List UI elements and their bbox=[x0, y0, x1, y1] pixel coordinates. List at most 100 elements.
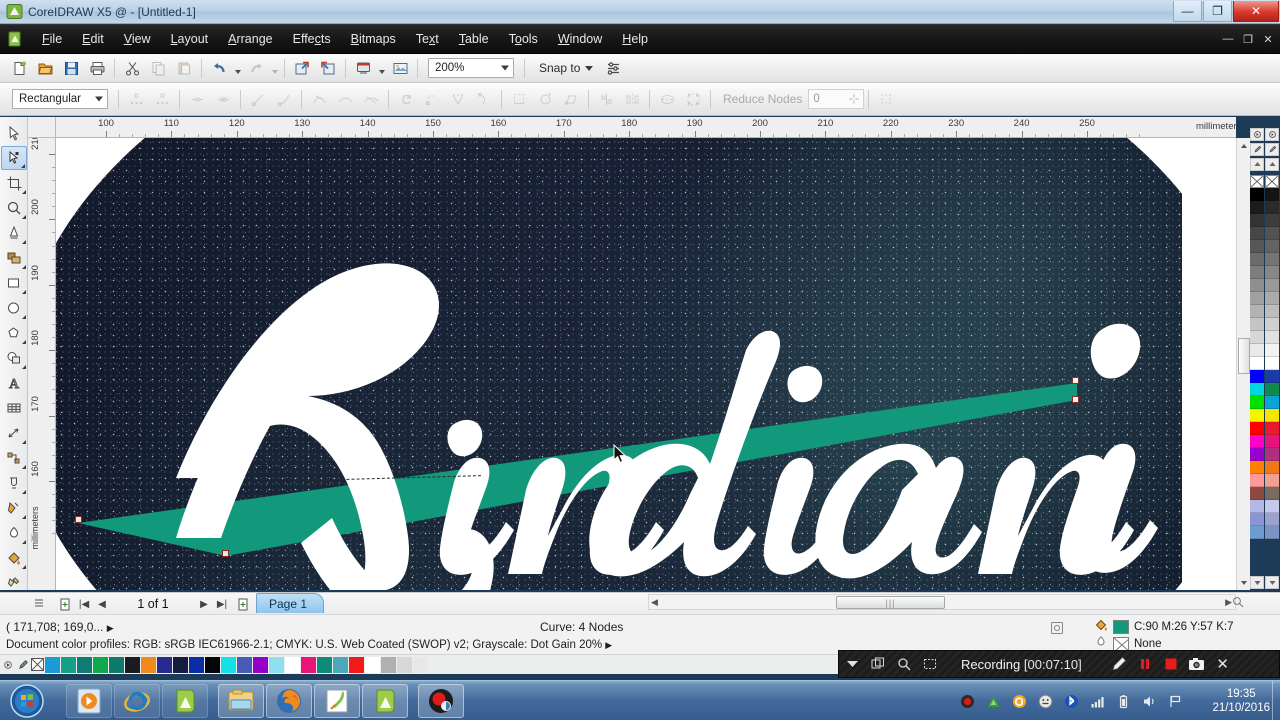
document-palette-swatch[interactable] bbox=[365, 656, 381, 673]
palette-color-swatch[interactable] bbox=[1250, 526, 1264, 539]
document-palette-swatch[interactable] bbox=[349, 656, 365, 673]
join-nodes-icon[interactable] bbox=[185, 88, 209, 111]
color-palette-column-a[interactable] bbox=[1250, 175, 1264, 539]
palette-scroll-up-a-icon[interactable] bbox=[1250, 128, 1264, 141]
copy-icon[interactable] bbox=[146, 57, 170, 80]
document-palette-swatch[interactable] bbox=[413, 656, 429, 673]
action-center-tray-icon[interactable] bbox=[1167, 693, 1184, 710]
pause-icon[interactable] bbox=[1132, 651, 1158, 677]
table-tool[interactable] bbox=[1, 396, 27, 420]
magnifier-icon[interactable] bbox=[891, 651, 917, 677]
flyout-arrow-icon[interactable] bbox=[22, 540, 26, 544]
document-palette-swatch[interactable] bbox=[381, 656, 397, 673]
palette-scroll-down-a-icon[interactable] bbox=[1250, 576, 1264, 589]
palette-color-swatch[interactable] bbox=[1250, 253, 1264, 266]
palette-none-swatch[interactable] bbox=[1265, 175, 1279, 188]
palette-color-swatch[interactable] bbox=[1250, 305, 1264, 318]
transparency-tool[interactable] bbox=[1, 496, 27, 520]
close-curve-icon[interactable] bbox=[446, 88, 470, 111]
pencil-icon[interactable] bbox=[1106, 651, 1132, 677]
taskbar-coreldraw-icon[interactable] bbox=[162, 683, 208, 718]
menu-help[interactable]: Help bbox=[612, 28, 658, 50]
flyout-arrow-icon[interactable] bbox=[22, 565, 26, 569]
flyout-arrow-icon[interactable] bbox=[22, 290, 26, 294]
reflect-nodes-icon[interactable] bbox=[620, 88, 644, 111]
flyout-arrow-icon[interactable] bbox=[22, 315, 26, 319]
flyout-arrow-icon[interactable] bbox=[22, 465, 26, 469]
flyout-arrow-icon[interactable] bbox=[22, 265, 26, 269]
document-palette-swatch[interactable] bbox=[253, 656, 269, 673]
palette-color-swatch[interactable] bbox=[1250, 448, 1264, 461]
elastic-mode-icon[interactable] bbox=[655, 88, 679, 111]
scroll-down-button[interactable] bbox=[1237, 575, 1251, 590]
network-tray-icon[interactable] bbox=[1089, 693, 1106, 710]
import-icon[interactable] bbox=[290, 57, 314, 80]
color-profiles-expand-arrow[interactable]: ▶ bbox=[605, 640, 612, 650]
palette-color-swatch[interactable] bbox=[1250, 461, 1264, 474]
palette-color-swatch[interactable] bbox=[1265, 448, 1279, 461]
skew-nodes-icon[interactable] bbox=[559, 88, 583, 111]
horizontal-scrollbar[interactable]: ◀ ||| ▶ bbox=[648, 594, 1236, 610]
zoom-level-combo[interactable]: 200% bbox=[428, 58, 514, 78]
paste-icon[interactable] bbox=[172, 57, 196, 80]
palette-color-swatch[interactable] bbox=[1265, 279, 1279, 292]
palette-color-swatch[interactable] bbox=[1250, 214, 1264, 227]
menu-arrange[interactable]: Arrange bbox=[218, 28, 282, 50]
snap-to-dropdown[interactable]: Snap to bbox=[539, 61, 594, 75]
recorder-tray-icon[interactable] bbox=[959, 693, 976, 710]
options-icon[interactable] bbox=[601, 57, 625, 80]
flyout-arrow-icon[interactable] bbox=[22, 440, 26, 444]
ellipse-tool[interactable] bbox=[1, 296, 27, 320]
palette-color-swatch[interactable] bbox=[1265, 422, 1279, 435]
scroll-left-button[interactable]: ◀ bbox=[651, 597, 658, 608]
menu-layout[interactable]: Layout bbox=[161, 28, 219, 50]
document-palette-swatch[interactable] bbox=[45, 656, 61, 673]
menu-effects[interactable]: Effects bbox=[283, 28, 341, 50]
next-page-button[interactable]: ▶ bbox=[196, 594, 212, 614]
document-palette-swatch[interactable] bbox=[205, 656, 221, 673]
palette-collapse-a-icon[interactable] bbox=[1250, 158, 1264, 171]
palette-color-swatch[interactable] bbox=[1265, 487, 1279, 500]
flyout-arrow-icon[interactable] bbox=[22, 240, 26, 244]
pick-tool[interactable] bbox=[1, 121, 27, 145]
selection-node[interactable] bbox=[75, 516, 82, 523]
horizontal-scroll-thumb[interactable]: ||| bbox=[836, 596, 945, 609]
palette-none-swatch[interactable] bbox=[1250, 175, 1264, 188]
palette-color-swatch[interactable] bbox=[1250, 409, 1264, 422]
basic-shapes-tool[interactable] bbox=[1, 346, 27, 370]
convert-to-line-icon[interactable] bbox=[246, 88, 270, 111]
fill-color-indicator[interactable]: C:90 M:26 Y:57 K:7 bbox=[1094, 618, 1234, 635]
palette-scroll-down-b-icon[interactable] bbox=[1265, 576, 1279, 589]
application-launcher-icon[interactable] bbox=[351, 57, 375, 80]
convert-to-curve-icon[interactable] bbox=[272, 88, 296, 111]
palette-eyedropper-b-icon[interactable] bbox=[1265, 143, 1279, 156]
select-all-nodes-icon[interactable] bbox=[681, 88, 705, 111]
battery-tray-icon[interactable] bbox=[1115, 693, 1132, 710]
redo-icon[interactable] bbox=[244, 57, 268, 80]
palette-scroll-up-b-icon[interactable] bbox=[1265, 128, 1279, 141]
document-palette-swatch[interactable] bbox=[173, 656, 189, 673]
menu-edit[interactable]: Edit bbox=[72, 28, 114, 50]
flyout-arrow-icon[interactable] bbox=[22, 490, 26, 494]
bluetooth-tray-icon[interactable] bbox=[1063, 693, 1080, 710]
page-options-icon[interactable] bbox=[30, 594, 48, 614]
palette-color-swatch[interactable] bbox=[1265, 318, 1279, 331]
palette-color-swatch[interactable] bbox=[1265, 292, 1279, 305]
document-palette-swatch[interactable] bbox=[333, 656, 349, 673]
close-button[interactable]: ✕ bbox=[1233, 1, 1279, 22]
document-palette-swatch[interactable] bbox=[397, 656, 413, 673]
undo-icon[interactable] bbox=[207, 57, 231, 80]
palette-color-swatch[interactable] bbox=[1265, 240, 1279, 253]
first-page-button[interactable]: |◀ bbox=[76, 594, 92, 614]
palette-color-swatch[interactable] bbox=[1250, 370, 1264, 383]
palette-color-swatch[interactable] bbox=[1265, 227, 1279, 240]
blend-tool[interactable] bbox=[1, 471, 27, 495]
page-tab[interactable]: Page 1 bbox=[256, 593, 325, 613]
doc-close-button[interactable]: ✕ bbox=[1258, 29, 1278, 49]
document-palette-swatch[interactable] bbox=[189, 656, 205, 673]
doc-minimize-button[interactable]: — bbox=[1218, 29, 1238, 49]
export-icon[interactable] bbox=[316, 57, 340, 80]
palette-color-swatch[interactable] bbox=[1265, 214, 1279, 227]
rotate-nodes-icon[interactable] bbox=[533, 88, 557, 111]
palette-color-swatch[interactable] bbox=[1265, 331, 1279, 344]
